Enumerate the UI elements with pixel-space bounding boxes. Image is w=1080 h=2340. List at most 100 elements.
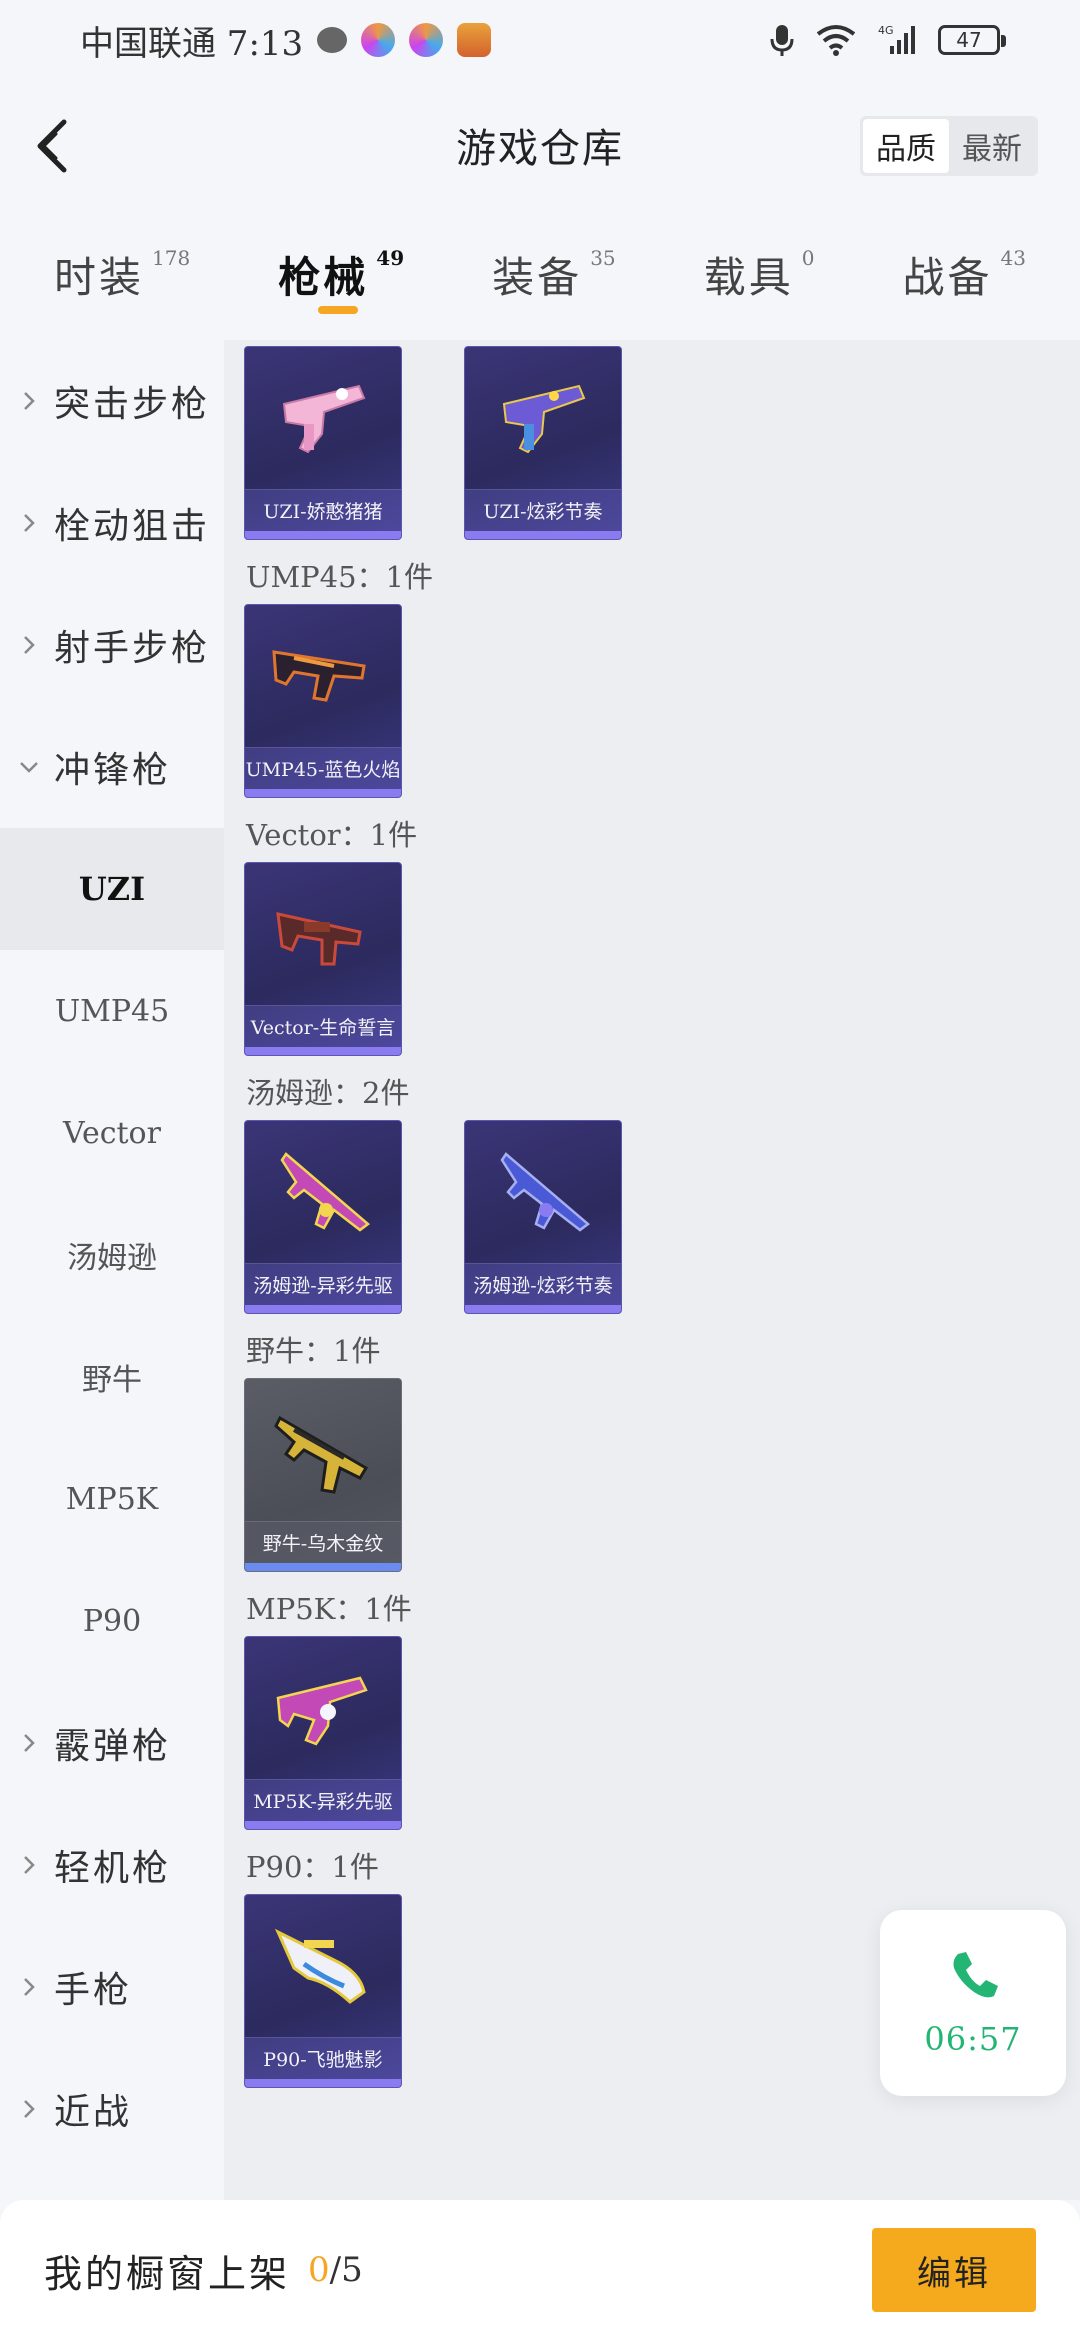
showcase-total: /5 <box>329 2250 363 2290</box>
sidebar-item-label: 栓动狙击 <box>54 506 211 547</box>
skin-name: UMP45-蓝色火焰 <box>245 747 401 789</box>
item-row: UZI-娇憨猪猪 UZI-炫彩节奏 <box>244 346 1080 540</box>
signal-icon: 4G <box>878 24 915 54</box>
section-title-ump45: UMP45：1件 <box>246 560 433 594</box>
weapon-skin-image <box>479 1133 609 1253</box>
skin-card[interactable]: 野牛-乌木金纹 <box>244 1378 402 1572</box>
sidebar-item-shotgun[interactable]: 霰弹枪 <box>0 1682 224 1804</box>
sidebar-item-label: 冲锋枪 <box>54 750 172 791</box>
status-bar: 中国联通 7:13 4G 47 <box>0 0 1080 80</box>
section-title-mp5k: MP5K：1件 <box>246 1592 412 1626</box>
phone-icon <box>953 1952 998 1998</box>
microphone-icon <box>770 25 794 56</box>
page-title: 游戏仓库 <box>456 126 624 172</box>
sidebar-subitem-uzi[interactable]: UZI <box>0 828 224 950</box>
tab-count: 49 <box>376 246 405 270</box>
sidebar-item-assault-rifle[interactable]: 突击步枪 <box>0 340 224 462</box>
sidebar-item-marksman-rifle[interactable]: 射手步枪 <box>0 584 224 706</box>
skin-name: 汤姆逊-炫彩节奏 <box>465 1263 621 1305</box>
sidebar-item-melee[interactable]: 近战 <box>0 2048 224 2170</box>
back-arrow-icon <box>37 119 67 173</box>
tab-count: 35 <box>590 246 616 270</box>
sidebar-item-lmg[interactable]: 轻机枪 <box>0 1804 224 1926</box>
rarity-bar <box>245 789 401 797</box>
showcase-label: 我的橱窗上架 <box>44 2251 291 2296</box>
weapon-skin-image <box>259 617 389 737</box>
weapon-skin-image <box>259 1133 389 1253</box>
sidebar-subitem-vector[interactable]: Vector <box>0 1072 224 1194</box>
tab-firearms[interactable]: 枪械 49 <box>278 240 405 314</box>
rarity-bar <box>245 1047 401 1055</box>
skin-name: 汤姆逊-异彩先驱 <box>245 1263 401 1305</box>
sidebar-item-label: 轻机枪 <box>54 1848 172 1889</box>
item-row: MP5K-异彩先驱 <box>244 1636 1080 1830</box>
tab-label: 装备 <box>492 253 583 302</box>
tab-vehicles[interactable]: 载具 0 <box>704 240 815 305</box>
sidebar-item-pistol[interactable]: 手枪 <box>0 1926 224 2048</box>
weapon-skin-image <box>259 1649 389 1769</box>
chevron-down-icon <box>18 756 40 778</box>
active-tab-indicator <box>318 306 359 314</box>
sidebar-subitem-mp5k[interactable]: MP5K <box>0 1438 224 1560</box>
chevron-right-icon <box>18 634 40 656</box>
section-title-thompson: 汤姆逊：2件 <box>246 1076 410 1110</box>
rarity-bar <box>465 531 621 539</box>
skin-name: UZI-炫彩节奏 <box>465 489 621 531</box>
tab-outfits[interactable]: 时装 178 <box>54 240 190 305</box>
chevron-right-icon <box>18 1732 40 1754</box>
showcase-current: 0 <box>308 2250 330 2290</box>
skin-card[interactable]: 汤姆逊-炫彩节奏 <box>464 1120 622 1314</box>
app-icon-1 <box>361 23 396 57</box>
skin-card[interactable]: 汤姆逊-异彩先驱 <box>244 1120 402 1314</box>
tab-label: 枪械 <box>278 253 369 302</box>
skin-card[interactable]: UZI-娇憨猪猪 <box>244 346 402 540</box>
sidebar-item-label: 近战 <box>54 2092 133 2133</box>
weapon-category-sidebar: 突击步枪 栓动狙击 射手步枪 冲锋枪 UZI UMP45 Vector 汤姆逊 … <box>0 340 224 2200</box>
tab-supplies[interactable]: 战备 43 <box>902 240 1025 305</box>
section-title-p90: P90：1件 <box>246 1850 379 1884</box>
battery-level: 47 <box>956 28 982 52</box>
item-row: Vector-生命誓言 <box>244 862 1080 1056</box>
rarity-bar <box>245 531 401 539</box>
app-icon-2 <box>409 23 444 57</box>
skin-name: P90-飞驰魅影 <box>245 2037 401 2079</box>
tab-count: 43 <box>1000 246 1026 270</box>
ongoing-call-bubble[interactable]: 06:57 <box>880 1910 1066 2096</box>
sort-toggle: 品质 最新 <box>860 116 1038 176</box>
sidebar-subitem-ump45[interactable]: UMP45 <box>0 950 224 1072</box>
item-row: 汤姆逊-异彩先驱 汤姆逊-炫彩节奏 <box>244 1120 1080 1314</box>
sidebar-item-smg[interactable]: 冲锋枪 <box>0 706 224 828</box>
skin-name: 野牛-乌木金纹 <box>245 1521 401 1563</box>
section-title-vector: Vector：1件 <box>246 818 418 852</box>
rarity-bar <box>245 1563 401 1571</box>
sidebar-subitem-thompson[interactable]: 汤姆逊 <box>0 1194 224 1316</box>
edit-button[interactable]: 编辑 <box>872 2228 1036 2312</box>
weapon-skin-image <box>259 1391 389 1511</box>
tab-label: 时装 <box>54 253 145 302</box>
tab-equipment[interactable]: 装备 35 <box>492 240 615 305</box>
weapon-skin-image <box>479 359 609 479</box>
chevron-right-icon <box>18 390 40 412</box>
showcase-count: 0/5 <box>308 2250 363 2290</box>
tab-label: 载具 <box>703 253 794 302</box>
sidebar-item-bolt-sniper[interactable]: 栓动狙击 <box>0 462 224 584</box>
skin-card[interactable]: UMP45-蓝色火焰 <box>244 604 402 798</box>
svg-text:4G: 4G <box>878 24 894 37</box>
sidebar-item-label: 霰弹枪 <box>54 1726 172 1767</box>
sidebar-subitem-bizon[interactable]: 野牛 <box>0 1316 224 1438</box>
item-row: UMP45-蓝色火焰 <box>244 604 1080 798</box>
skin-name: Vector-生命誓言 <box>245 1005 401 1047</box>
sidebar-subitem-p90[interactable]: P90 <box>0 1560 224 1682</box>
chevron-right-icon <box>18 2098 40 2120</box>
skin-card[interactable]: MP5K-异彩先驱 <box>244 1636 402 1830</box>
sidebar-item-label: 射手步枪 <box>54 628 211 669</box>
sort-by-quality-button[interactable]: 品质 <box>863 119 949 173</box>
wechat-icon <box>317 27 348 53</box>
skin-card[interactable]: P90-飞驰魅影 <box>244 1894 402 2088</box>
back-button[interactable] <box>22 116 82 176</box>
skin-card[interactable]: UZI-炫彩节奏 <box>464 346 622 540</box>
sidebar-item-label: 手枪 <box>54 1970 133 2011</box>
sort-by-newest-button[interactable]: 最新 <box>949 119 1035 173</box>
skin-card[interactable]: Vector-生命誓言 <box>244 862 402 1056</box>
game-app-icon <box>457 23 492 57</box>
